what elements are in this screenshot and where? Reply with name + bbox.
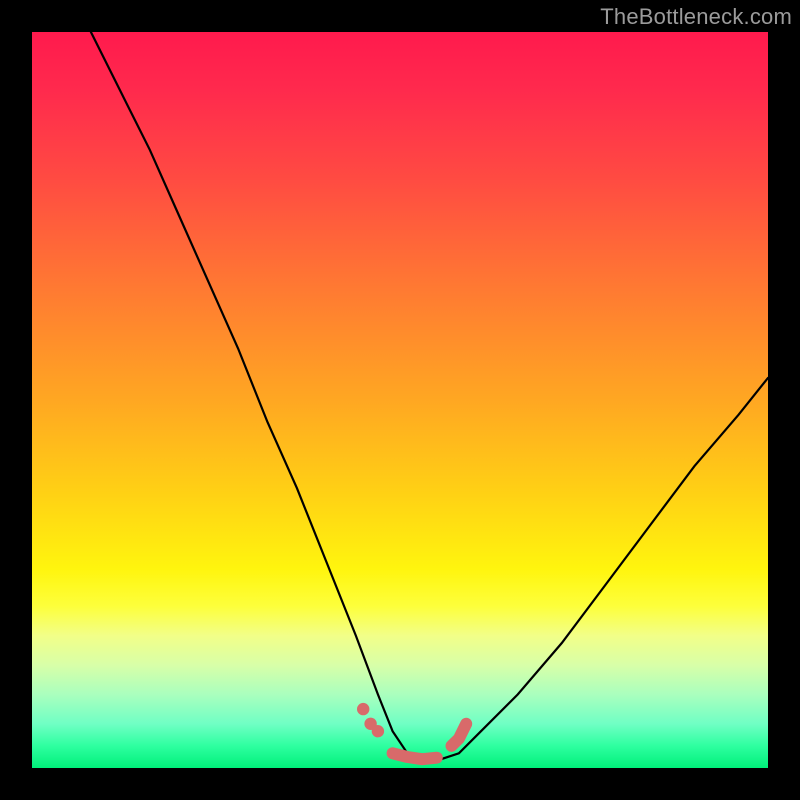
plot-area <box>32 32 768 768</box>
optimal-region-marker <box>357 703 466 759</box>
curve-layer <box>32 32 768 768</box>
marker-flat-segment <box>393 753 437 759</box>
watermark-text: TheBottleneck.com <box>600 4 792 30</box>
marker-rise-segment <box>452 724 467 746</box>
marker-dot <box>357 703 369 715</box>
bottleneck-curve <box>91 32 768 761</box>
marker-dot <box>372 725 384 737</box>
chart-frame: TheBottleneck.com <box>0 0 800 800</box>
